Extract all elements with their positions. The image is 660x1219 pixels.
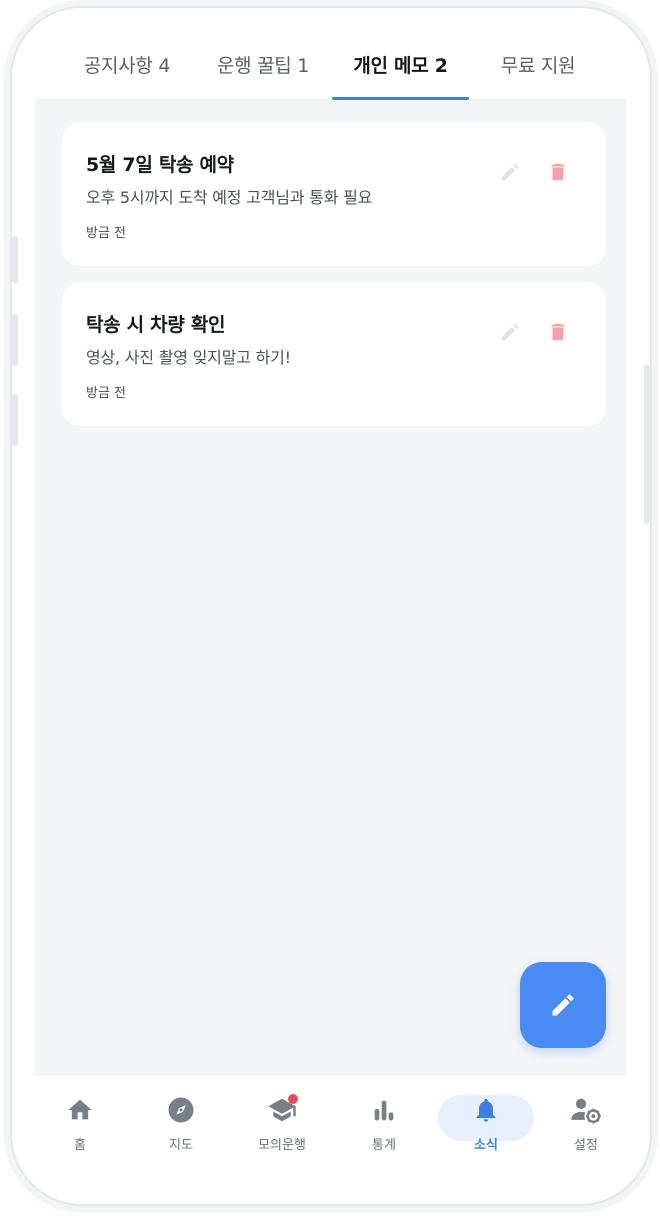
nav-label: 지도: [169, 1138, 193, 1153]
bar-chart-icon: [374, 1100, 394, 1121]
notification-dot: [288, 1094, 298, 1104]
nav-item-map[interactable]: 지도: [133, 1093, 229, 1153]
tab-personal-memo[interactable]: 개인 메모 2: [332, 28, 469, 100]
memo-body: 영상, 사진 촬영 잊지말고 하기!: [86, 348, 291, 367]
memo-card[interactable]: 탁송 시 차량 확인 영상, 사진 촬영 잊지말고 하기! 방금 전: [62, 282, 606, 426]
edit-memo-button[interactable]: [496, 318, 524, 346]
tab-label: 운행 꿀팁 1: [217, 54, 309, 77]
tab-label: 무료 지원: [500, 54, 576, 77]
tab-driving-tips[interactable]: 운행 꿀팁 1: [198, 28, 328, 100]
side-button: [12, 236, 18, 284]
nav-label: 설정: [574, 1138, 598, 1153]
new-memo-button[interactable]: [520, 962, 606, 1048]
tab-label: 공지사항 4: [83, 54, 171, 77]
active-tab-indicator: [332, 97, 469, 100]
pencil-icon: [552, 994, 574, 1016]
user-settings-icon: [571, 1098, 601, 1124]
tab-notices[interactable]: 공지사항 4: [62, 28, 192, 100]
memo-card[interactable]: 5월 7일 탁송 예약 오후 5시까지 도착 예정 고객님과 통화 필요 방금 …: [62, 122, 606, 266]
tab-free-support[interactable]: 무료 지원: [478, 28, 598, 100]
home-icon: [68, 1099, 92, 1120]
tab-label: 개인 메모 2: [353, 54, 448, 77]
nav-item-settings[interactable]: 설정: [538, 1093, 626, 1153]
pencil-icon: [501, 323, 519, 341]
nav-label: 모의운행: [258, 1138, 306, 1153]
app-screen: 공지사항 4 운행 꿀팁 1 개인 메모 2 무료 지원 5월 7일 탁송 예약…: [34, 28, 626, 1188]
nav-item-home[interactable]: 홈: [34, 1093, 128, 1153]
nav-label: 홈: [74, 1138, 86, 1153]
top-tab-bar: 공지사항 4 운행 꿀팁 1 개인 메모 2 무료 지원: [34, 28, 626, 100]
power-button: [644, 364, 650, 524]
nav-item-news[interactable]: 소식: [438, 1093, 534, 1153]
volume-up-button: [12, 314, 18, 366]
bell-icon: [476, 1098, 496, 1122]
memo-body: 오후 5시까지 도착 예정 고객님과 통화 필요: [86, 188, 373, 207]
pencil-icon: [501, 163, 519, 181]
bottom-navigation: 홈 지도 모의운행 통계 소식 설정: [34, 1074, 626, 1188]
memo-timestamp: 방금 전: [86, 226, 127, 241]
edit-memo-button[interactable]: [496, 158, 524, 186]
trash-icon: [551, 323, 565, 341]
memo-timestamp: 방금 전: [86, 386, 127, 401]
memo-title: 5월 7일 탁송 예약: [86, 154, 234, 176]
delete-memo-button[interactable]: [544, 318, 572, 346]
volume-down-button: [12, 394, 18, 446]
memo-title: 탁송 시 차량 확인: [86, 314, 226, 336]
compass-icon: [168, 1097, 194, 1123]
nav-item-mock-driving[interactable]: 모의운행: [234, 1093, 330, 1153]
nav-label: 소식: [474, 1138, 498, 1153]
nav-item-statistics[interactable]: 통계: [336, 1093, 432, 1153]
trash-icon: [551, 163, 565, 181]
delete-memo-button[interactable]: [544, 158, 572, 186]
nav-label: 통계: [372, 1138, 396, 1153]
